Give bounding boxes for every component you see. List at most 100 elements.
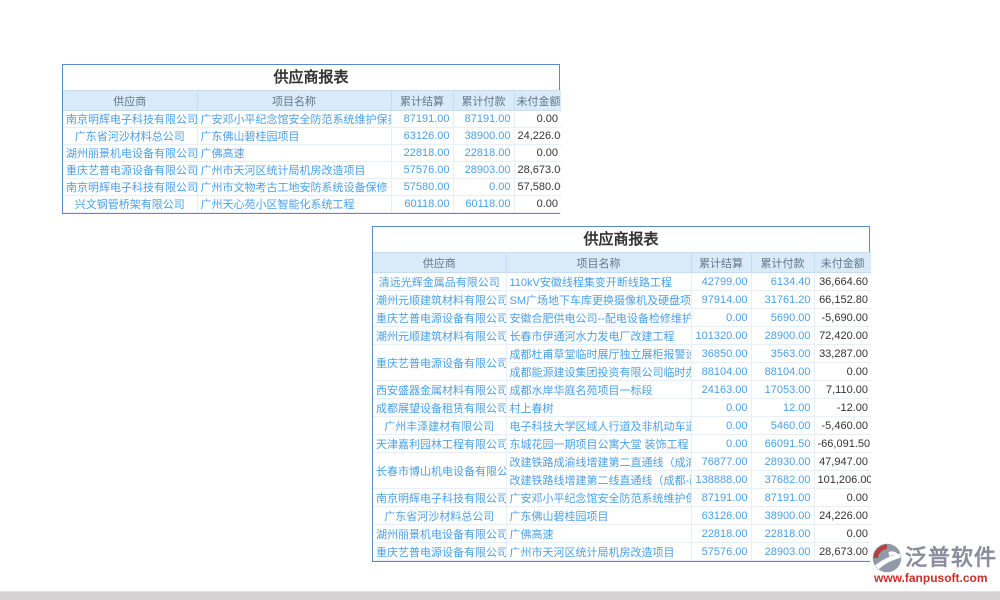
supplier-link[interactable]: 成都展望设备租赁有限公司 bbox=[373, 399, 506, 417]
page: 供应商报表 供应商 项目名称 累计结算 累计付款 未付金额 南京明辉电子科技有限… bbox=[0, 0, 1000, 600]
unpaid-value: 0.00 bbox=[514, 111, 561, 128]
supplier-link[interactable]: 广东省河沙材料总公司 bbox=[63, 128, 197, 145]
settled-value: 57580.00 bbox=[391, 179, 453, 196]
unpaid-value: 72,420.00 bbox=[814, 327, 871, 345]
project-link[interactable]: 改建铁路线增建第二线直通线（成都-西安）电力线 bbox=[506, 471, 691, 489]
unpaid-value: 24,226.00 bbox=[514, 128, 561, 145]
supplier-link[interactable]: 重庆艺普电源设备有限公司 bbox=[63, 162, 197, 179]
report-title: 供应商报表 bbox=[373, 227, 869, 252]
project-link[interactable]: 广州天心苑小区智能化系统工程 bbox=[197, 196, 391, 213]
supplier-link[interactable]: 南京明辉电子科技有限公司 bbox=[63, 179, 197, 196]
col-header-unpaid: 未付金额 bbox=[514, 91, 561, 111]
table-row: 广州丰泽建材有限公司 电子科技大学区域人行道及非机动车道工程施工 0.00 54… bbox=[373, 417, 871, 435]
table-row: 长春市博山机电设备有限公司 改建铁路成渝线增建第二直通线（成渝枢纽）电力线 76… bbox=[373, 453, 871, 471]
project-link[interactable]: 广佛高速 bbox=[506, 525, 691, 543]
project-link[interactable]: 改建铁路成渝线增建第二直通线（成渝枢纽）电力线 bbox=[506, 453, 691, 471]
project-link[interactable]: SM广场地下车库更换摄像机及硬盘项目 bbox=[506, 291, 691, 309]
table-row: 潮州元顺建筑材料有限公司 长春市伊通河水力发电厂改建工程 101320.00 2… bbox=[373, 327, 871, 345]
paid-value: 31761.20 bbox=[751, 291, 814, 309]
project-link[interactable]: 110kV安徽线程集变开断线路工程 bbox=[506, 273, 691, 291]
project-link[interactable]: 广州市天河区统计局机房改造项目 bbox=[197, 162, 391, 179]
project-link[interactable]: 东城花园一期项目公寓大堂 装饰工程 bbox=[506, 435, 691, 453]
supplier-link[interactable]: 广州丰泽建材有限公司 bbox=[373, 417, 506, 435]
unpaid-value: 57,580.00 bbox=[514, 179, 561, 196]
fanpu-logo-icon bbox=[872, 543, 902, 573]
project-link[interactable]: 成都水岸华庭名苑项目一标段 bbox=[506, 381, 691, 399]
table-row: 南京明辉电子科技有限公司 广安邓小平纪念馆安全防范系统维护保养项目 87191.… bbox=[373, 489, 871, 507]
project-link[interactable]: 村上春树 bbox=[506, 399, 691, 417]
supplier-link[interactable]: 清远光辉金属品有限公司 bbox=[373, 273, 506, 291]
unpaid-value: 0.00 bbox=[814, 525, 871, 543]
unpaid-value: 101,206.00 bbox=[814, 471, 871, 489]
brand-website: www.fanpusoft.com bbox=[874, 571, 997, 585]
paid-value: 0.00 bbox=[453, 179, 514, 196]
project-link[interactable]: 广州市文物考古工地安防系统设备保修 bbox=[197, 179, 391, 196]
paid-value: 5460.00 bbox=[751, 417, 814, 435]
paid-value: 3563.00 bbox=[751, 345, 814, 363]
table-row: 重庆艺普电源设备有限公司 广州市天河区统计局机房改造项目 57576.00 28… bbox=[63, 162, 561, 179]
settled-value: 60118.00 bbox=[391, 196, 453, 213]
settled-value: 97914.00 bbox=[691, 291, 751, 309]
settled-value: 22818.00 bbox=[691, 525, 751, 543]
paid-value: 66091.50 bbox=[751, 435, 814, 453]
supplier-link[interactable]: 南京明辉电子科技有限公司 bbox=[373, 489, 506, 507]
project-link[interactable]: 电子科技大学区域人行道及非机动车道工程施工 bbox=[506, 417, 691, 435]
col-header-unpaid: 未付金额 bbox=[814, 253, 871, 273]
paid-value: 38900.00 bbox=[453, 128, 514, 145]
supplier-link[interactable]: 湖州丽景机电设备有限公司 bbox=[63, 145, 197, 162]
project-link[interactable]: 广安邓小平纪念馆安全防范系统维护保养项目 bbox=[197, 111, 391, 128]
project-link[interactable]: 安徽合肥供电公司--配电设备检修维护和改造 bbox=[506, 309, 691, 327]
project-link[interactable]: 广州市天河区统计局机房改造项目 bbox=[506, 543, 691, 561]
paid-value: 60118.00 bbox=[453, 196, 514, 213]
project-link[interactable]: 广东佛山碧桂园项目 bbox=[506, 507, 691, 525]
supplier-link[interactable]: 西安盛器金属材料有限公司 bbox=[373, 381, 506, 399]
brand-name: 泛普软件 bbox=[905, 545, 997, 571]
paid-value: 28930.00 bbox=[751, 453, 814, 471]
supplier-link[interactable]: 潮州元顺建筑材料有限公司 bbox=[373, 291, 506, 309]
paid-value: 5690.00 bbox=[751, 309, 814, 327]
settled-value: 63126.00 bbox=[691, 507, 751, 525]
supplier-link[interactable]: 南京明辉电子科技有限公司 bbox=[63, 111, 197, 128]
supplier-link[interactable]: 重庆艺普电源设备有限公司 bbox=[373, 345, 506, 381]
table-row: 广东省河沙材料总公司 广东佛山碧桂园项目 63126.00 38900.00 2… bbox=[373, 507, 871, 525]
settled-value: 87191.00 bbox=[691, 489, 751, 507]
col-header-settled: 累计结算 bbox=[391, 91, 453, 111]
settled-value: 22818.00 bbox=[391, 145, 453, 162]
settled-value: 0.00 bbox=[691, 399, 751, 417]
supplier-link[interactable]: 天津嘉利园林工程有限公司 bbox=[373, 435, 506, 453]
settled-value: 88104.00 bbox=[691, 363, 751, 381]
paid-value: 88104.00 bbox=[751, 363, 814, 381]
project-link[interactable]: 广东佛山碧桂园项目 bbox=[197, 128, 391, 145]
settled-value: 36850.00 bbox=[691, 345, 751, 363]
report-table: 供应商 项目名称 累计结算 累计付款 未付金额 南京明辉电子科技有限公司 广安邓… bbox=[63, 90, 561, 213]
table-row: 清远光辉金属品有限公司 110kV安徽线程集变开断线路工程 42799.00 6… bbox=[373, 273, 871, 291]
project-link[interactable]: 成都能源建设集团投资有限公司临时办公场所装修工程 bbox=[506, 363, 691, 381]
project-link[interactable]: 长春市伊通河水力发电厂改建工程 bbox=[506, 327, 691, 345]
paid-value: 28900.00 bbox=[751, 327, 814, 345]
supplier-link[interactable]: 湖州丽景机电设备有限公司 bbox=[373, 525, 506, 543]
unpaid-value: -5,460.00 bbox=[814, 417, 871, 435]
project-link[interactable]: 广安邓小平纪念馆安全防范系统维护保养项目 bbox=[506, 489, 691, 507]
supplier-link[interactable]: 重庆艺普电源设备有限公司 bbox=[373, 543, 506, 561]
paid-value: 87191.00 bbox=[453, 111, 514, 128]
fanpu-logo: 泛普软件 www.fanpusoft.com bbox=[872, 543, 997, 591]
settled-value: 0.00 bbox=[691, 309, 751, 327]
table-row: 湖州丽景机电设备有限公司 广佛高速 22818.00 22818.00 0.00 bbox=[373, 525, 871, 543]
table-row: 广东省河沙材料总公司 广东佛山碧桂园项目 63126.00 38900.00 2… bbox=[63, 128, 561, 145]
col-header-project: 项目名称 bbox=[506, 253, 691, 273]
col-header-paid: 累计付款 bbox=[751, 253, 814, 273]
supplier-report-table-1: 供应商报表 供应商 项目名称 累计结算 累计付款 未付金额 南京明辉电子科技有限… bbox=[62, 64, 560, 214]
unpaid-value: 66,152.80 bbox=[814, 291, 871, 309]
project-link[interactable]: 成都杜甫草堂临时展厅独立展柜报警设备安装项目 bbox=[506, 345, 691, 363]
table-row: 湖州丽景机电设备有限公司 广佛高速 22818.00 22818.00 0.00 bbox=[63, 145, 561, 162]
supplier-link[interactable]: 广东省河沙材料总公司 bbox=[373, 507, 506, 525]
horizontal-scrollbar[interactable] bbox=[0, 591, 1000, 600]
paid-value: 22818.00 bbox=[751, 525, 814, 543]
paid-value: 28903.00 bbox=[453, 162, 514, 179]
supplier-link[interactable]: 潮州元顺建筑材料有限公司 bbox=[373, 327, 506, 345]
settled-value: 63126.00 bbox=[391, 128, 453, 145]
supplier-link[interactable]: 兴文钢管桥架有限公司 bbox=[63, 196, 197, 213]
supplier-link[interactable]: 长春市博山机电设备有限公司 bbox=[373, 453, 506, 489]
project-link[interactable]: 广佛高速 bbox=[197, 145, 391, 162]
supplier-link[interactable]: 重庆艺普电源设备有限公司 bbox=[373, 309, 506, 327]
